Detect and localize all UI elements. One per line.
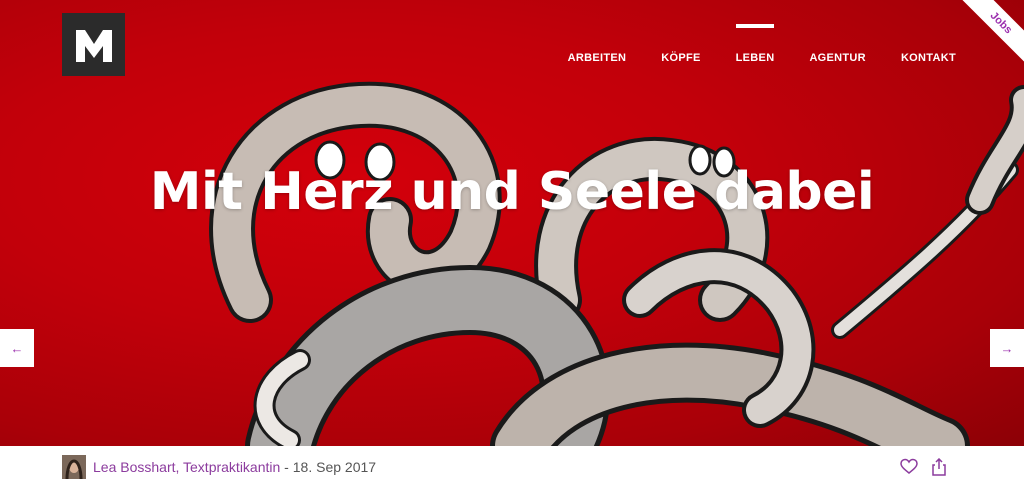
post-actions (900, 457, 948, 476)
share-icon[interactable] (930, 457, 948, 476)
jobs-label[interactable]: Jobs (954, 0, 1024, 70)
nav-arbeiten[interactable]: ARBEITEN (568, 52, 627, 64)
post-meta-bar: Lea Bosshart, Textpraktikantin - 18. Sep… (0, 446, 1024, 491)
post-date: 18. Sep 2017 (292, 459, 377, 475)
post-byline: Lea Bosshart, Textpraktikantin - 18. Sep… (93, 459, 376, 475)
heart-icon[interactable] (900, 458, 918, 476)
jobs-corner-ribbon[interactable]: Jobs (954, 0, 1024, 70)
main-nav: ARBEITEN KÖPFE LEBEN AGENTUR KONTAKT (568, 24, 956, 64)
nav-kontakt[interactable]: KONTAKT (901, 52, 956, 64)
logo[interactable] (62, 13, 125, 76)
hero-banner (0, 0, 1024, 446)
prev-slide-button[interactable]: ← (0, 329, 34, 367)
nav-agentur[interactable]: AGENTUR (809, 52, 866, 64)
nav-koepfe[interactable]: KÖPFE (661, 52, 700, 64)
arrow-right-icon: → (1000, 340, 1014, 356)
nav-leben[interactable]: LEBEN (735, 24, 775, 64)
author-link[interactable]: Lea Bosshart, Textpraktikantin (93, 459, 280, 475)
author-avatar (62, 455, 86, 479)
logo-m-icon (75, 29, 112, 62)
next-slide-button[interactable]: → (990, 329, 1024, 367)
hero-title: Mit Herz und Seele dabei (149, 162, 875, 222)
avatar-image (62, 455, 86, 479)
byline-separator: - (280, 459, 293, 475)
tentacle-illustration (209, 81, 1024, 446)
arrow-left-icon: ← (10, 340, 24, 356)
